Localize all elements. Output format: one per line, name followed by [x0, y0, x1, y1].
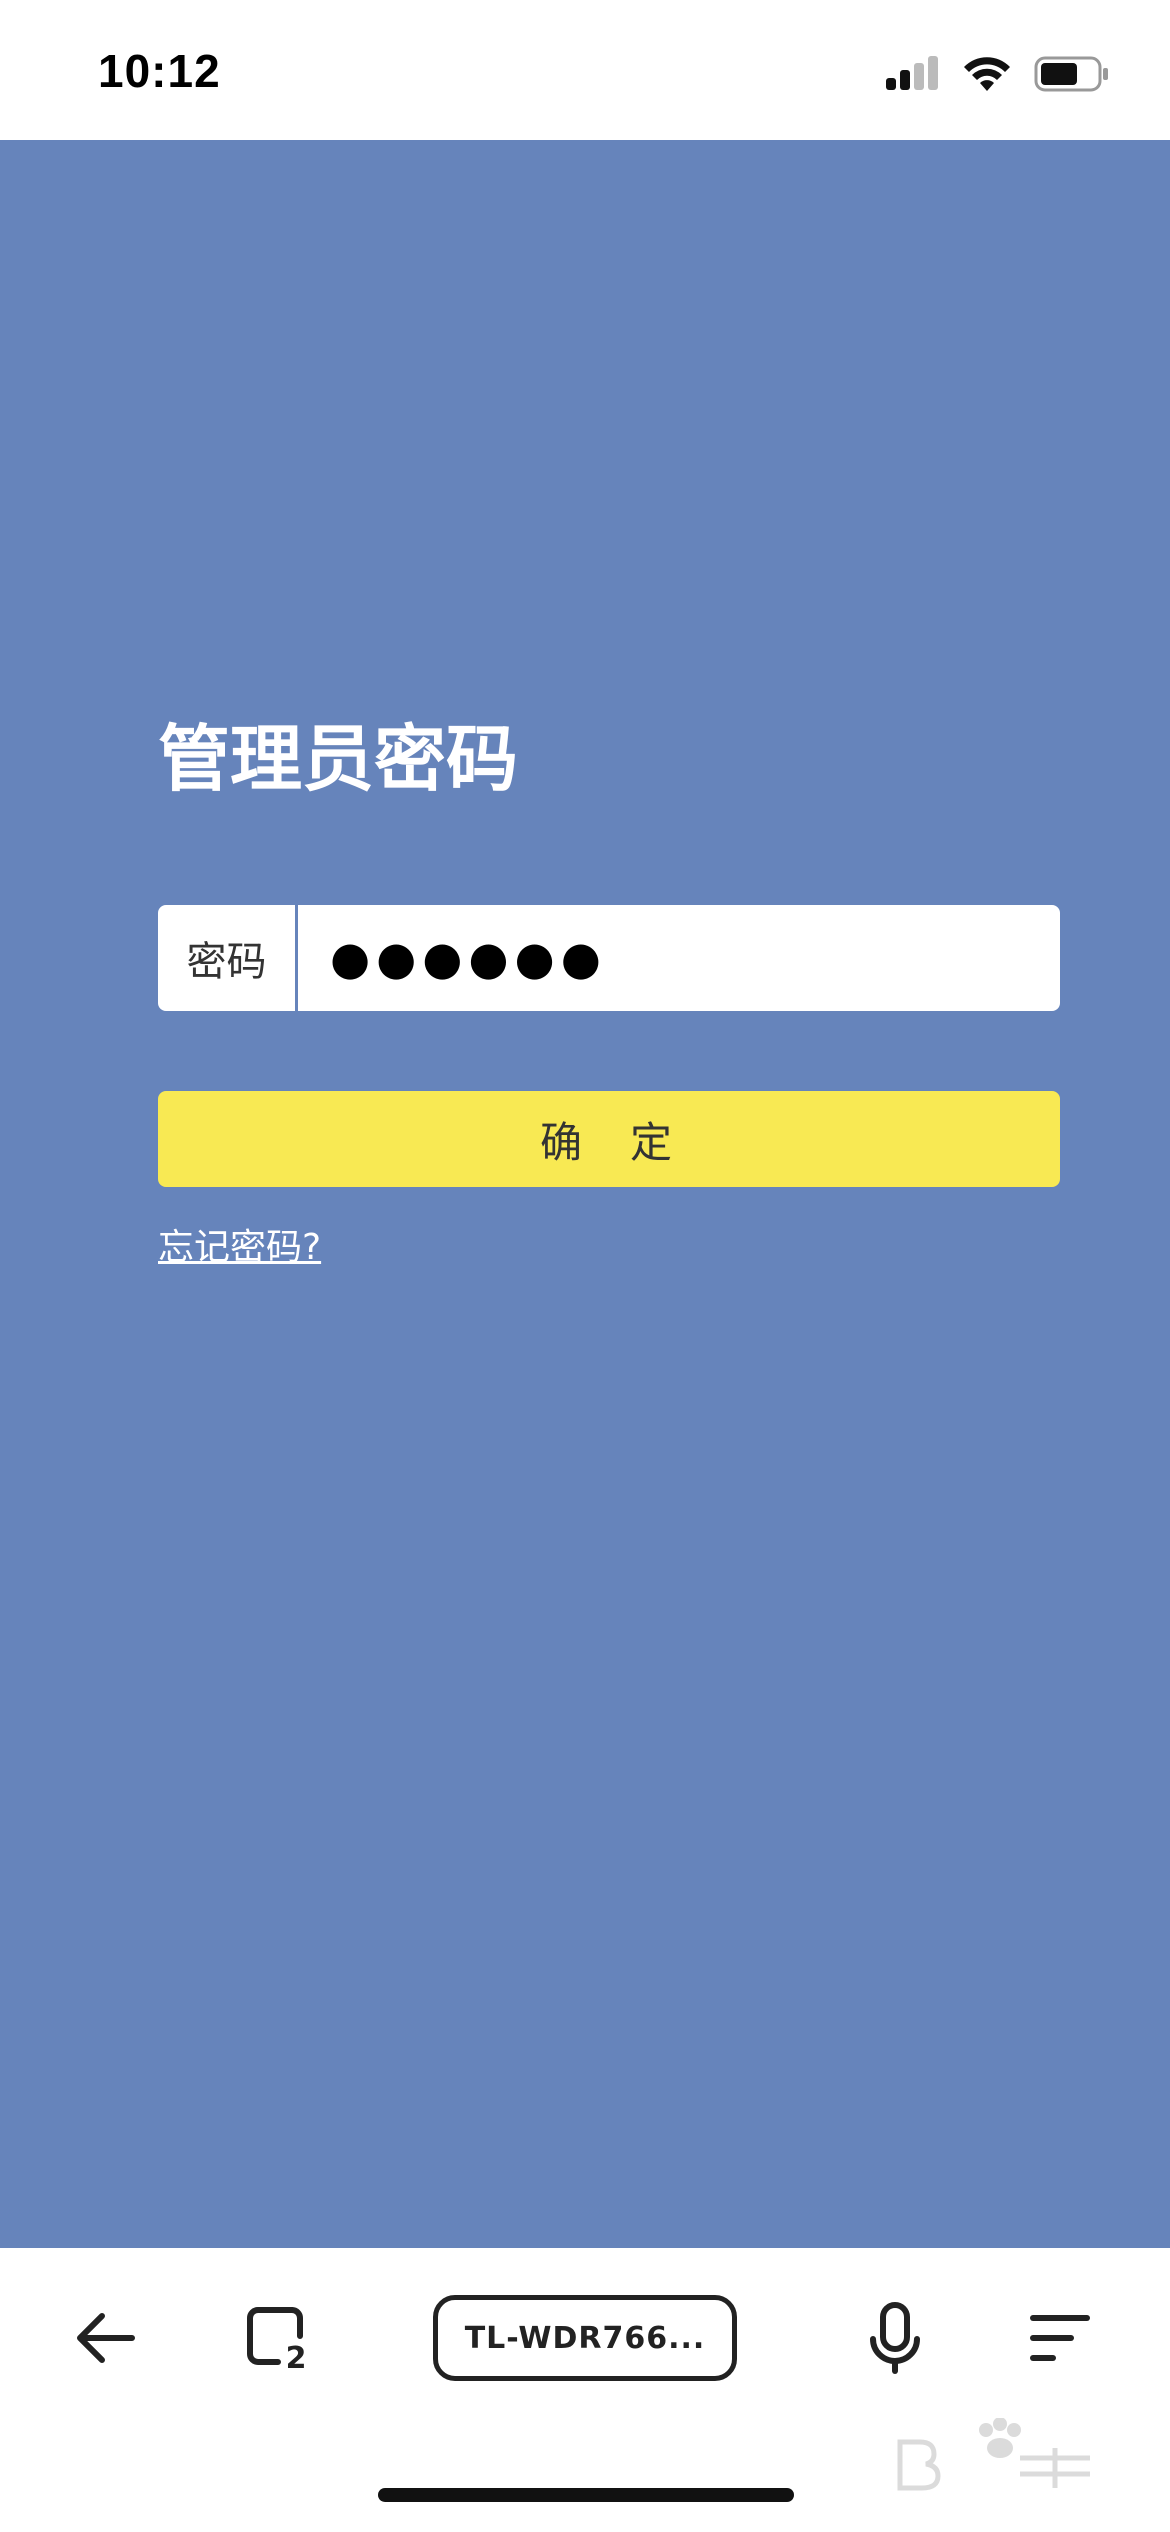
tabs-button[interactable]: 2: [240, 2298, 320, 2378]
tab-count: 2: [286, 2341, 307, 2374]
signal-icon: [886, 56, 938, 90]
microphone-icon: [870, 2302, 920, 2374]
watermark-logo: [897, 2418, 1090, 2491]
forgot-password-link[interactable]: 忘记密码?: [158, 1218, 321, 1270]
url-bar[interactable]: TL-WDR766...: [433, 2295, 737, 2381]
tabs-icon: 2: [247, 2307, 307, 2374]
password-field[interactable]: 密码: [158, 905, 1060, 1011]
wifi-icon: [964, 57, 1010, 91]
status-bar: 10:12: [0, 0, 1170, 140]
password-label: 密码: [158, 905, 298, 1011]
voice-button[interactable]: [860, 2294, 930, 2384]
home-indicator[interactable]: [378, 2488, 794, 2502]
menu-button[interactable]: [1025, 2298, 1095, 2378]
back-arrow-icon: [77, 2313, 135, 2363]
battery-icon: [1034, 56, 1108, 92]
status-time: 10:12: [98, 45, 221, 97]
login-page: 管理员密码 密码 确定 忘记密码?: [0, 140, 1170, 2248]
back-button[interactable]: [70, 2298, 140, 2378]
status-icons: [886, 52, 1110, 96]
menu-icon: [1030, 2315, 1090, 2361]
password-input[interactable]: [298, 905, 1060, 1011]
confirm-button[interactable]: 确定: [158, 1091, 1060, 1187]
page-title: 管理员密码: [158, 717, 519, 801]
